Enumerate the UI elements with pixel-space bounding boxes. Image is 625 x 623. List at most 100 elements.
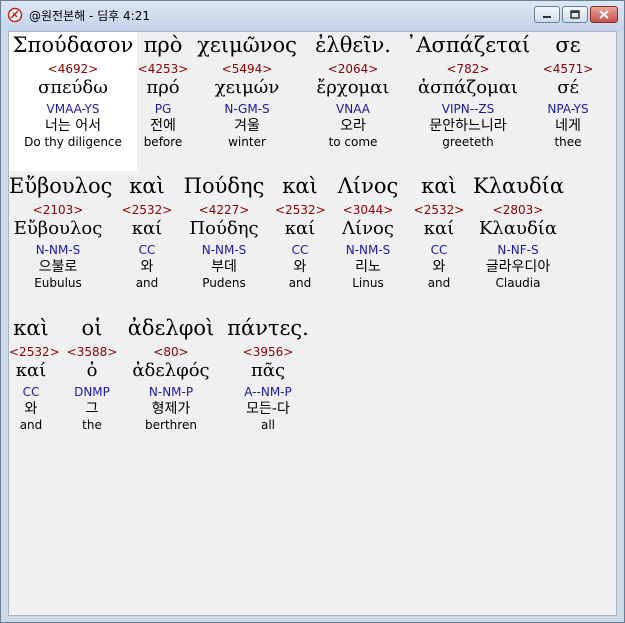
lemma: πρό	[146, 77, 180, 98]
korean-gloss: 형제가	[151, 401, 191, 417]
word-block[interactable]: Πούδης <4227> Πούδης N-NM-S 부데 Pudens	[183, 176, 265, 292]
word-block[interactable]: ἐλθεῖν. <2064> ἔρχομαι VNAA 오라 to come	[307, 35, 399, 151]
word-block[interactable]: Κλαυδία <2803> Κλαυδία N-NF-S 글라우디아 Clau…	[473, 174, 565, 292]
korean-gloss: 리노	[355, 259, 381, 275]
korean-gloss: 겨울	[234, 118, 260, 134]
greek-word: ἐλθεῖν.	[315, 33, 391, 57]
english-gloss: before	[143, 135, 183, 149]
lemma: Λίνος	[342, 218, 394, 239]
english-gloss: Claudia	[495, 276, 541, 290]
parsing-code[interactable]: VIPN--ZS	[405, 101, 531, 119]
greek-word: οἱ	[81, 316, 103, 340]
korean-gloss: 와	[140, 259, 154, 275]
greek-word: χειμῶνος	[197, 33, 297, 57]
korean-gloss: 전에	[150, 118, 176, 134]
word-block[interactable]: καὶ <2532> καί CC 와 and	[413, 176, 465, 292]
word-block[interactable]: ᾿Ασπάζεταί <782> ἀσπάζομαι VIPN--ZS 문안하느…	[405, 35, 531, 151]
word-block[interactable]: καὶ <2532> καί CC 와 and	[121, 176, 173, 292]
korean-gloss: 네게	[555, 118, 581, 134]
greek-word: καὶ	[129, 174, 165, 198]
english-gloss: Do thy diligence	[24, 135, 122, 149]
parsing-code[interactable]: N-NM-S	[9, 242, 107, 260]
korean-gloss: 문안하느니라	[429, 118, 507, 134]
parsing-code[interactable]: CC	[121, 242, 173, 260]
english-gloss: to come	[328, 135, 378, 149]
close-button[interactable]	[590, 6, 618, 23]
word-block[interactable]: πρὸ <4253> πρό PG 전에 before	[137, 35, 189, 151]
lemma: Κλαυδία	[478, 218, 557, 239]
greek-word: καὶ	[13, 316, 49, 340]
english-gloss: and	[427, 276, 451, 290]
english-gloss: the	[82, 418, 102, 432]
greek-word: Σπούδασον	[12, 33, 134, 57]
lemma: χειμών	[214, 77, 280, 98]
minimize-button[interactable]	[534, 6, 560, 23]
english-gloss: Linus	[352, 276, 384, 290]
parsing-code[interactable]: CC	[9, 384, 53, 402]
maximize-button[interactable]	[562, 6, 588, 23]
greek-word: πρὸ	[143, 33, 183, 57]
parsing-code[interactable]: N-NM-S	[335, 242, 401, 260]
english-gloss: berthren	[145, 418, 197, 432]
word-block[interactable]: Λίνος <3044> Λίνος N-NM-S 리노 Linus	[335, 176, 401, 292]
minimize-icon	[543, 15, 551, 18]
parsing-code[interactable]: DNMP	[65, 384, 119, 402]
greek-word: Λίνος	[337, 174, 399, 198]
word-block[interactable]: καὶ <2532> καί CC 와 and	[275, 176, 326, 292]
word-block[interactable]: χειμῶνος <5494> χειμών N-GM-S 겨울 winter	[197, 35, 297, 151]
english-gloss: and	[135, 276, 159, 290]
parsing-code[interactable]: CC	[413, 242, 465, 260]
parsing-code[interactable]: NPA-YS	[536, 101, 600, 119]
greek-word: σε	[555, 33, 581, 57]
lemma: ἀδελφός	[132, 360, 210, 381]
parsing-code[interactable]: N-NM-S	[183, 242, 265, 260]
lemma: πᾶς	[250, 360, 286, 381]
lemma: Πούδης	[189, 218, 259, 239]
parsing-code[interactable]: N-NF-S	[473, 242, 563, 260]
english-gloss: winter	[228, 135, 266, 149]
parsing-code[interactable]: N-NM-P	[127, 384, 215, 402]
parsing-code[interactable]: N-GM-S	[197, 101, 297, 119]
word-block[interactable]: Σπούδασον <4692> σπεύδω VMAA-YS 너는 어서 Do…	[9, 35, 137, 151]
korean-gloss: 와	[293, 259, 307, 275]
lemma: καί	[284, 218, 316, 239]
interlinear-panel: Σπούδασον <4692> σπεύδω VMAA-YS 너는 어서 Do…	[8, 31, 617, 616]
word-block[interactable]: πάντες. <3956> πᾶς A--NM-P 모든-다 all	[225, 318, 311, 434]
english-gloss: and	[19, 418, 43, 432]
greek-word: ἀδελφοὶ	[127, 316, 215, 340]
app-window: @원전본해 - 딤후 4:21 Σπούδασον <4692> σπεύδω …	[0, 0, 625, 623]
word-block[interactable]: ἀδελφοὶ <80> ἀδελφός N-NM-P 형제가 berthren	[127, 318, 215, 434]
korean-gloss: 와	[24, 401, 38, 417]
word-block[interactable]: καὶ <2532> καί CC 와 and	[9, 316, 60, 434]
korean-gloss: 와	[432, 259, 446, 275]
word-block[interactable]: Εὔβουλος <2103> Εὔβουλος N-NM-S 으불로 Eubu…	[9, 174, 113, 292]
greek-word: Πούδης	[183, 174, 265, 198]
lemma: καί	[15, 360, 47, 381]
parsing-code[interactable]: A--NM-P	[225, 384, 311, 402]
parsing-code[interactable]: CC	[275, 242, 325, 260]
english-gloss: greeteth	[442, 135, 494, 149]
greek-word: Κλαυδία	[473, 174, 565, 198]
word-block[interactable]: σε <4571> σέ NPA-YS 네게 thee	[536, 35, 600, 151]
parsing-code[interactable]: PG	[137, 101, 189, 119]
korean-gloss: 글라우디아	[485, 259, 551, 275]
title-bar[interactable]: @원전본해 - 딤후 4:21	[1, 1, 624, 31]
korean-gloss: 으불로	[38, 259, 78, 275]
korean-gloss: 오라	[340, 118, 366, 134]
parsing-code[interactable]: VMAA-YS	[9, 101, 137, 119]
word-block[interactable]: οἱ <3588> ὁ DNMP 그 the	[65, 318, 119, 434]
window-title: @원전본해 - 딤후 4:21	[29, 9, 150, 23]
close-icon	[599, 10, 609, 19]
greek-word: Εὔβουλος	[9, 174, 113, 198]
app-icon	[7, 7, 23, 23]
korean-gloss: 모든-다	[246, 401, 290, 417]
lemma: ὁ	[86, 360, 98, 381]
parsing-code[interactable]: VNAA	[307, 101, 399, 119]
lemma: σπεύδω	[38, 77, 108, 98]
english-gloss: all	[260, 418, 276, 432]
lemma: καί	[423, 218, 455, 239]
greek-word: πάντες.	[227, 316, 309, 340]
korean-gloss: 그	[85, 401, 99, 417]
lemma: σέ	[557, 77, 579, 98]
lemma: ἔρχομαι	[316, 77, 390, 98]
